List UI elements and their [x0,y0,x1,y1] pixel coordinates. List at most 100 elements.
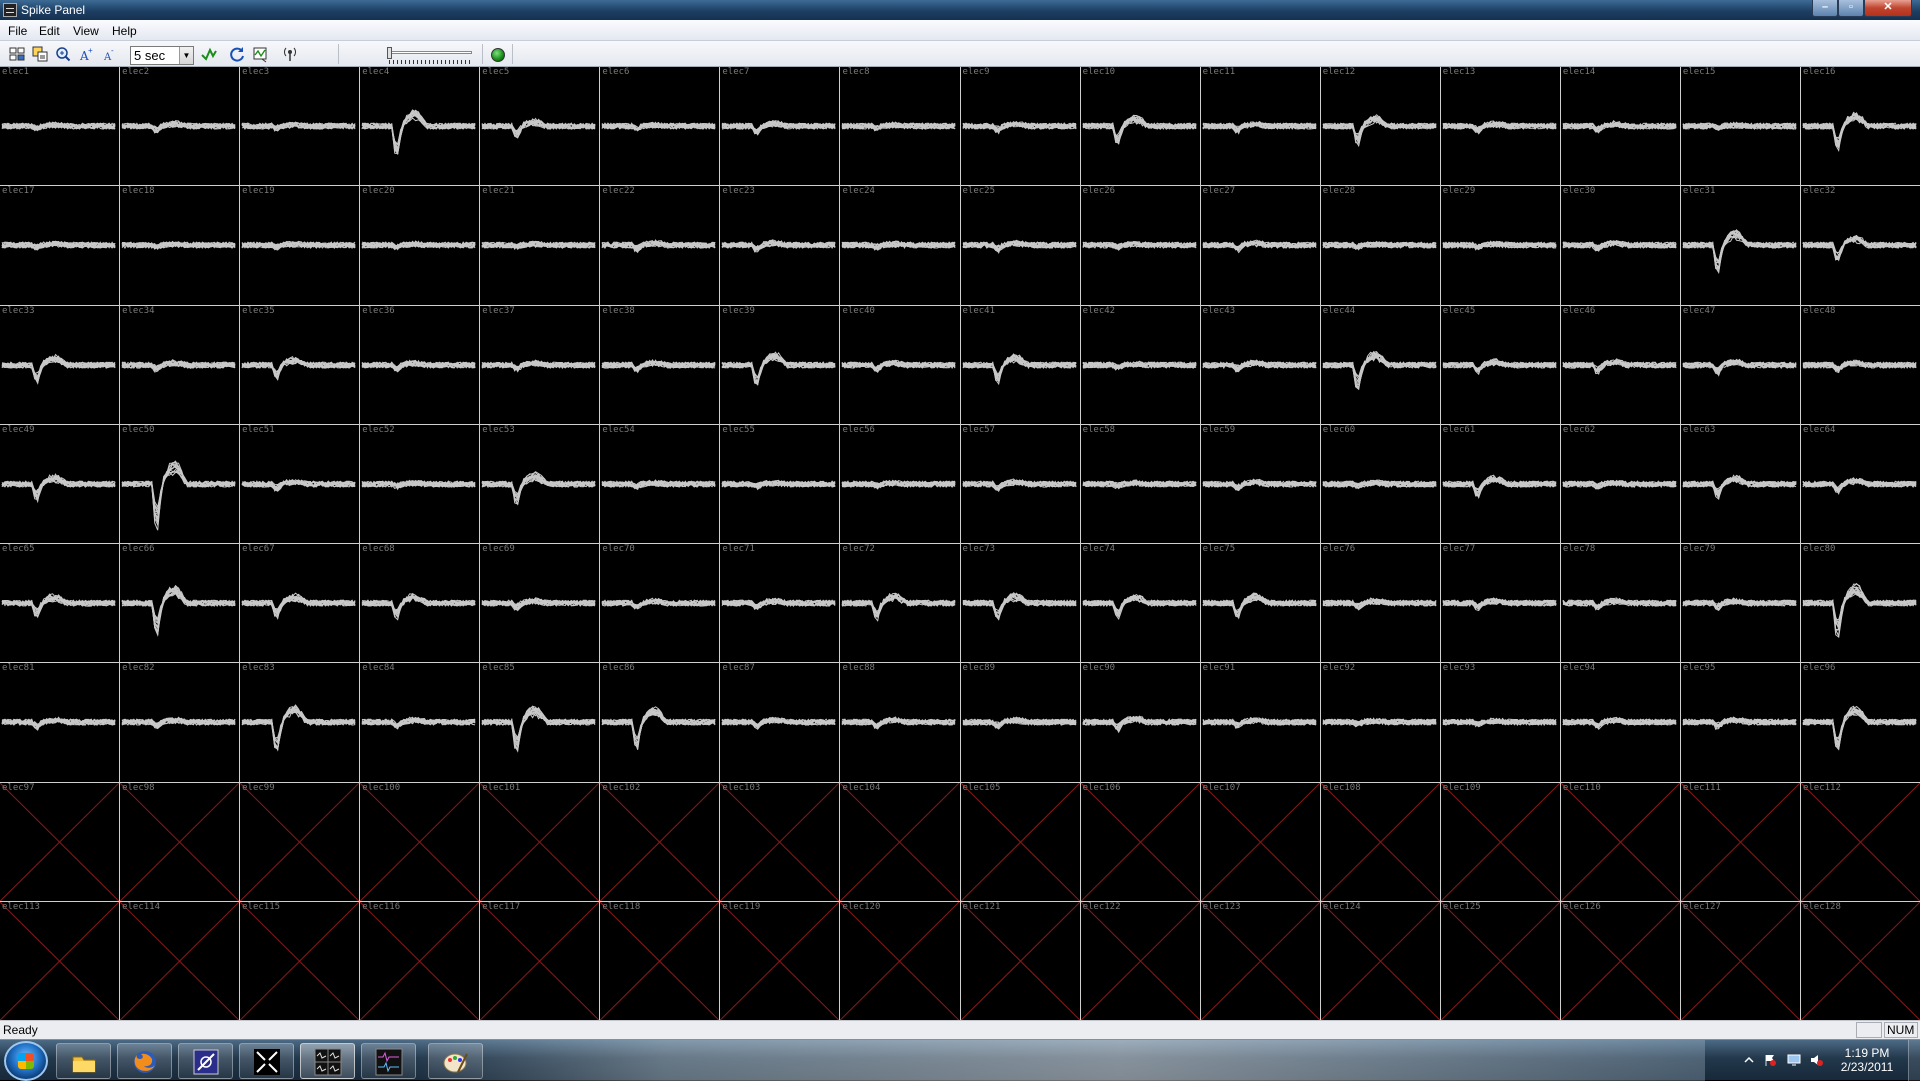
electrode-cell[interactable]: elec79 [1680,544,1800,663]
electrode-cell[interactable]: elec117 [480,901,600,1020]
electrode-cell[interactable]: elec101 [480,782,600,901]
electrode-cell[interactable]: elec46 [1560,305,1680,424]
electrode-cell[interactable]: elec73 [960,544,1080,663]
electrode-cell[interactable]: elec12 [1320,67,1440,186]
electrode-cell[interactable]: elec22 [600,186,720,305]
taskbar-explorer[interactable] [56,1043,111,1079]
electrode-cell[interactable]: elec35 [240,305,360,424]
electrode-cell[interactable]: elec128 [1800,901,1920,1020]
save-config-icon[interactable] [31,45,49,63]
start-button[interactable] [4,1041,48,1081]
electrode-cell[interactable]: elec36 [360,305,480,424]
electrode-cell[interactable]: elec30 [1560,186,1680,305]
threshold-slider[interactable] [386,47,474,65]
chevron-down-icon[interactable]: ▼ [179,47,193,64]
electrode-cell[interactable]: elec15 [1680,67,1800,186]
electrode-cell[interactable]: elec52 [360,424,480,543]
action-center-flag-icon[interactable] [1763,1053,1777,1067]
electrode-cell[interactable]: elec2 [120,67,240,186]
electrode-cell[interactable]: elec49 [0,424,120,543]
electrode-cell[interactable]: elec53 [480,424,600,543]
electrode-cell[interactable]: elec122 [1080,901,1200,1020]
electrode-cell[interactable]: elec7 [720,67,840,186]
electrode-cell[interactable]: elec105 [960,782,1080,901]
volume-muted-icon[interactable] [1809,1053,1823,1067]
electrode-cell[interactable]: elec61 [1440,424,1560,543]
electrode-cell[interactable]: elec127 [1680,901,1800,1020]
electrode-cell[interactable]: elec116 [360,901,480,1020]
waveform-check-icon[interactable] [200,45,218,63]
electrode-cell[interactable]: elec55 [720,424,840,543]
electrode-cell[interactable]: elec121 [960,901,1080,1020]
electrode-cell[interactable]: elec31 [1680,186,1800,305]
electrode-cell[interactable]: elec27 [1200,186,1320,305]
show-desktop-button[interactable] [1908,1040,1920,1081]
zoom-icon[interactable] [54,45,72,63]
electrode-cell[interactable]: elec100 [360,782,480,901]
slider-thumb[interactable] [387,47,392,59]
electrode-cell[interactable]: elec43 [1200,305,1320,424]
electrode-cell[interactable]: elec3 [240,67,360,186]
electrode-cell[interactable]: elec86 [600,663,720,782]
electrode-cell[interactable]: elec18 [120,186,240,305]
electrode-cell[interactable]: elec60 [1320,424,1440,543]
electrode-cell[interactable]: elec17 [0,186,120,305]
electrode-cell[interactable]: elec75 [1200,544,1320,663]
refresh-icon[interactable] [228,45,246,63]
electrode-cell[interactable]: elec11 [1200,67,1320,186]
electrode-cell[interactable]: elec82 [120,663,240,782]
electrode-cell[interactable]: elec83 [240,663,360,782]
electrode-cell[interactable]: elec38 [600,305,720,424]
electrode-cell[interactable]: elec56 [840,424,960,543]
electrode-cell[interactable]: elec120 [840,901,960,1020]
electrode-cell[interactable]: elec23 [720,186,840,305]
sort-units-icon[interactable] [251,45,269,63]
electrode-cell[interactable]: elec90 [1080,663,1200,782]
electrode-cell[interactable]: elec42 [1080,305,1200,424]
decrease-amplitude-icon[interactable]: A- [100,45,118,63]
electrode-cell[interactable]: elec21 [480,186,600,305]
load-config-icon[interactable] [8,45,26,63]
electrode-cell[interactable]: elec20 [360,186,480,305]
close-button[interactable]: ✕ [1864,0,1912,17]
electrode-cell[interactable]: elec78 [1560,544,1680,663]
electrode-cell[interactable]: elec85 [480,663,600,782]
menu-file[interactable]: File [8,24,27,38]
electrode-cell[interactable]: elec16 [1800,67,1920,186]
menu-view[interactable]: View [73,24,99,38]
electrode-cell[interactable]: elec70 [600,544,720,663]
electrode-cell[interactable]: elec45 [1440,305,1560,424]
electrode-cell[interactable]: elec104 [840,782,960,901]
electrode-cell[interactable]: elec97 [0,782,120,901]
electrode-cell[interactable]: elec115 [240,901,360,1020]
electrode-cell[interactable]: elec41 [960,305,1080,424]
electrode-cell[interactable]: elec54 [600,424,720,543]
electrode-cell[interactable]: elec40 [840,305,960,424]
electrode-cell[interactable]: elec34 [120,305,240,424]
electrode-cell[interactable]: elec126 [1560,901,1680,1020]
electrode-cell[interactable]: elec93 [1440,663,1560,782]
electrode-cell[interactable]: elec102 [600,782,720,901]
minimize-button[interactable]: – [1812,0,1838,17]
electrode-cell[interactable]: elec28 [1320,186,1440,305]
electrode-cell[interactable]: elec89 [960,663,1080,782]
electrode-cell[interactable]: elec58 [1080,424,1200,543]
electrode-cell[interactable]: elec19 [240,186,360,305]
electrode-cell[interactable]: elec39 [720,305,840,424]
electrode-cell[interactable]: elec47 [1680,305,1800,424]
electrode-cell[interactable]: elec74 [1080,544,1200,663]
electrode-cell[interactable]: elec24 [840,186,960,305]
electrode-cell[interactable]: elec25 [960,186,1080,305]
menu-edit[interactable]: Edit [39,24,60,38]
electrode-cell[interactable]: elec84 [360,663,480,782]
electrode-cell[interactable]: elec112 [1800,782,1920,901]
electrode-cell[interactable]: elec5 [480,67,600,186]
electrode-cell[interactable]: elec6 [600,67,720,186]
electrode-cell[interactable]: elec13 [1440,67,1560,186]
electrode-cell[interactable]: elec72 [840,544,960,663]
electrode-cell[interactable]: elec63 [1680,424,1800,543]
electrode-cell[interactable]: elec92 [1320,663,1440,782]
increase-amplitude-icon[interactable]: A + [77,45,95,63]
electrode-cell[interactable]: elec107 [1200,782,1320,901]
electrode-cell[interactable]: elec81 [0,663,120,782]
